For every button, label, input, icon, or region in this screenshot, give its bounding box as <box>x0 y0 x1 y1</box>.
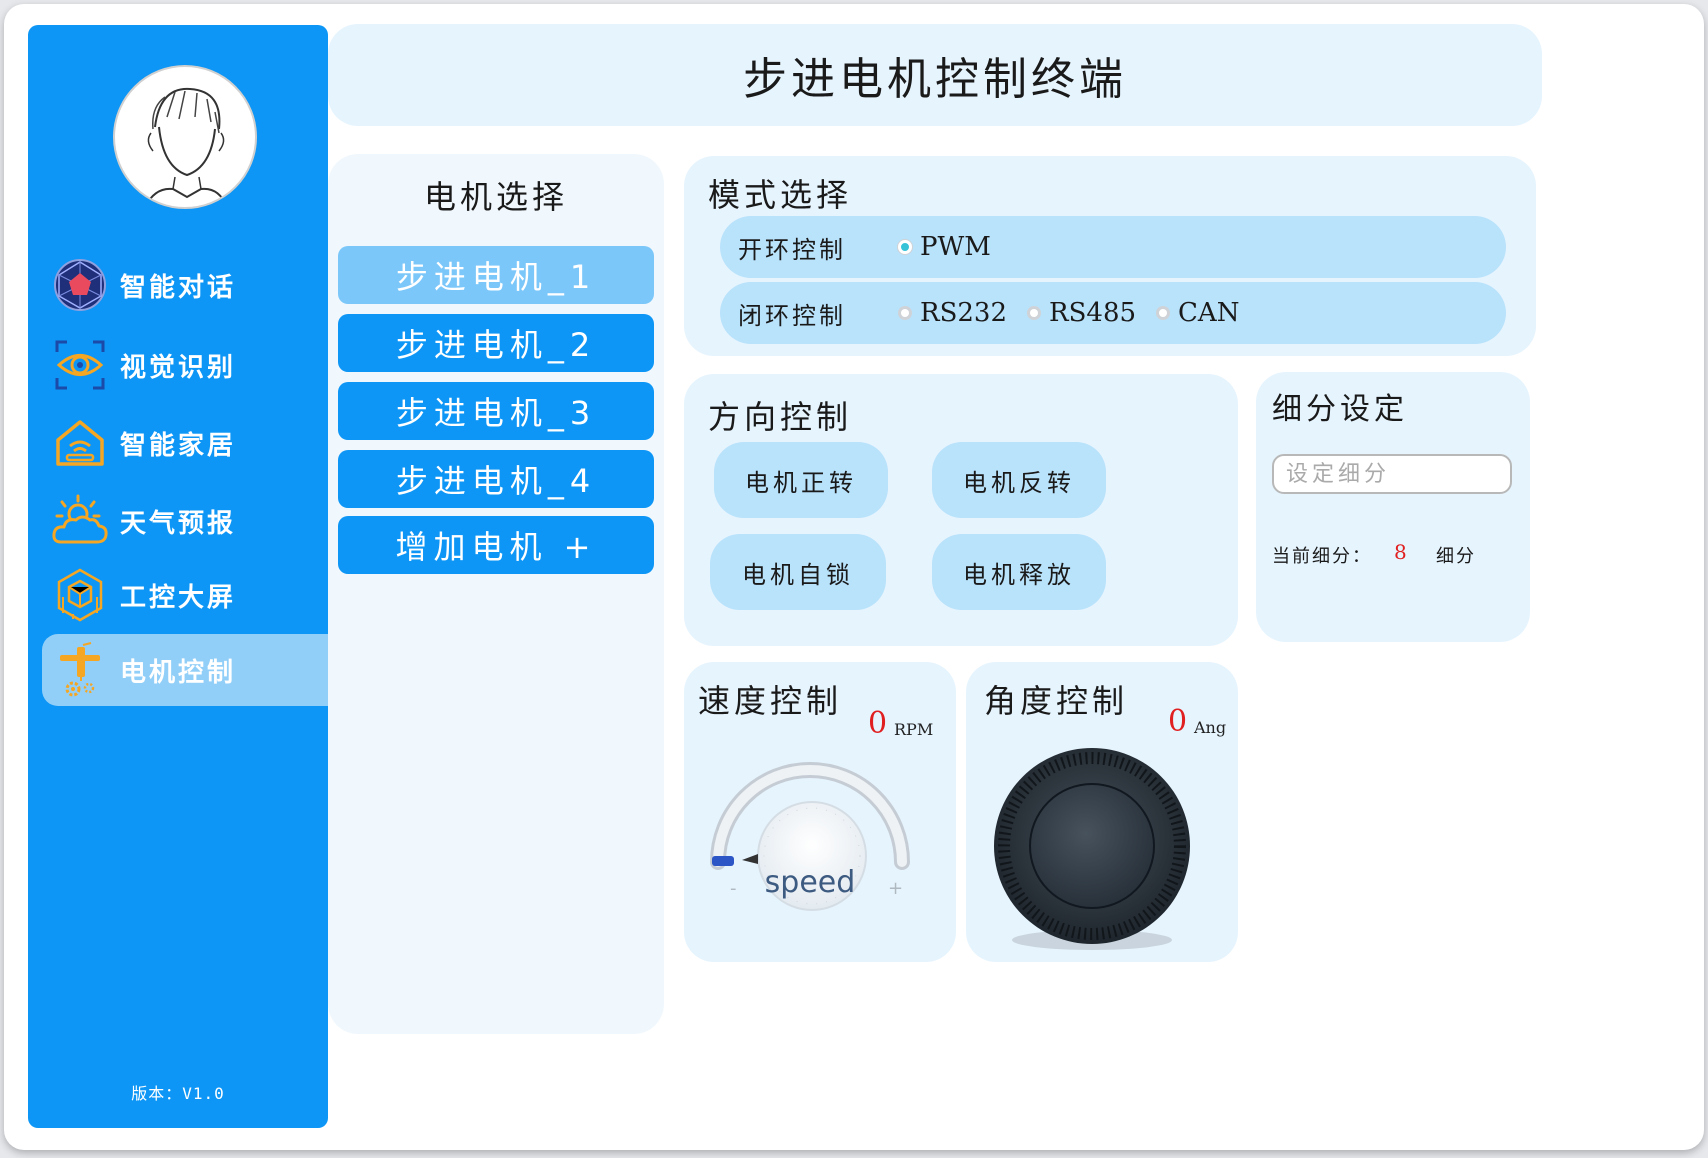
speed-dial-label: speed <box>765 865 856 900</box>
motor-forward-button[interactable]: 电机正转 <box>714 442 888 518</box>
motor-button-1[interactable]: 步进电机_1 <box>338 246 654 304</box>
radio-pwm[interactable]: PWM <box>898 232 991 262</box>
open-loop-row: 开环控制 PWM <box>720 216 1506 278</box>
radio-dot-checked <box>898 240 912 254</box>
sidebar-item-label: 智能对话 <box>120 272 237 303</box>
sidebar-item-label: 工控大屏 <box>120 582 237 613</box>
add-motor-button[interactable]: 增加电机 + <box>338 516 654 574</box>
motor-release-button[interactable]: 电机释放 <box>932 534 1106 610</box>
motor-select-title: 电机选择 <box>423 178 568 216</box>
radio-rs232[interactable]: RS232 <box>898 298 1007 328</box>
sidebar-item-motor[interactable]: 电机控制 <box>42 634 328 706</box>
radio-dot <box>1027 306 1042 320</box>
speed-unit: RPM <box>894 720 934 739</box>
mode-select-title: 模式选择 <box>708 176 853 214</box>
sidebar-item-label: 视觉识别 <box>120 352 237 383</box>
industrial-icon <box>50 565 110 625</box>
direction-panel: 方向控制 电机正转 电机反转 电机自锁 电机释放 <box>684 374 1238 646</box>
angle-panel: 角度控制 0 Ang <box>966 662 1238 962</box>
open-loop-label: 开环控制 <box>738 235 846 264</box>
page-title: 步进电机控制终端 <box>743 54 1127 105</box>
subdivision-panel: 细分设定 当前细分： 8 细分 <box>1256 372 1530 642</box>
closed-loop-row: 闭环控制 RS232 RS485 CAN <box>720 282 1506 344</box>
svg-text:+: + <box>888 878 903 899</box>
avatar[interactable] <box>113 65 257 209</box>
angle-unit: Ang <box>1194 718 1227 737</box>
sidebar: 智能对话 视觉识别 智能家居 天气预报 工控大屏 电机控制 版本：V1.0 <box>28 25 328 1128</box>
version-text: 版本：V1.0 <box>131 1084 225 1103</box>
sidebar-item-label: 电机控制 <box>120 657 237 688</box>
motor-button-3[interactable]: 步进电机_3 <box>338 382 654 440</box>
sphere-icon <box>50 255 110 315</box>
speed-value: 0 <box>868 706 888 741</box>
sidebar-item-dashboard[interactable]: 工控大屏 <box>42 559 328 631</box>
direction-title: 方向控制 <box>708 398 853 436</box>
subdivision-unit: 细分 <box>1436 546 1476 567</box>
radio-rs485[interactable]: RS485 <box>1027 298 1136 328</box>
angle-title: 角度控制 <box>984 682 1129 720</box>
motor-lock-button[interactable]: 电机自锁 <box>710 534 886 610</box>
sidebar-item-home[interactable]: 智能家居 <box>42 407 328 479</box>
motor-gear-icon <box>50 640 110 700</box>
angle-knob[interactable] <box>992 744 1192 954</box>
sidebar-item-label: 天气预报 <box>120 508 237 539</box>
subdivision-input[interactable] <box>1272 454 1512 494</box>
speed-dial[interactable]: speed - + <box>702 744 918 924</box>
radio-dot <box>898 306 912 320</box>
motor-button-2[interactable]: 步进电机_2 <box>338 314 654 372</box>
current-subdivision-label: 当前细分： <box>1272 546 1372 567</box>
angle-value: 0 <box>1168 704 1188 739</box>
motor-reverse-button[interactable]: 电机反转 <box>932 442 1106 518</box>
closed-loop-label: 闭环控制 <box>738 301 846 330</box>
sidebar-item-label: 智能家居 <box>120 430 237 461</box>
speed-panel: 速度控制 0 RPM speed - + <box>684 662 956 962</box>
mode-select-panel: 模式选择 开环控制 PWM 闭环控制 RS232 RS485 CAN <box>684 156 1536 356</box>
app-window: 智能对话 视觉识别 智能家居 天气预报 工控大屏 电机控制 版本：V1.0 步进… <box>4 4 1704 1150</box>
sidebar-item-vision[interactable]: 视觉识别 <box>42 329 328 401</box>
radio-dot <box>1156 306 1171 320</box>
eye-icon <box>50 335 110 395</box>
svg-text:-: - <box>730 878 737 899</box>
motor-select-panel: 电机选择 步进电机_1 步进电机_2 步进电机_3 步进电机_4 增加电机 + <box>328 154 664 1034</box>
smart-home-icon <box>50 413 110 473</box>
sidebar-item-weather[interactable]: 天气预报 <box>42 485 328 557</box>
speed-title: 速度控制 <box>698 682 843 720</box>
radio-can[interactable]: CAN <box>1156 298 1239 328</box>
weather-icon <box>50 491 110 551</box>
sidebar-item-chat[interactable]: 智能对话 <box>42 249 328 321</box>
title-panel: 步进电机控制终端 <box>328 24 1542 126</box>
current-subdivision-value: 8 <box>1394 540 1409 564</box>
motor-button-4[interactable]: 步进电机_4 <box>338 450 654 508</box>
subdivision-title: 细分设定 <box>1272 392 1408 427</box>
